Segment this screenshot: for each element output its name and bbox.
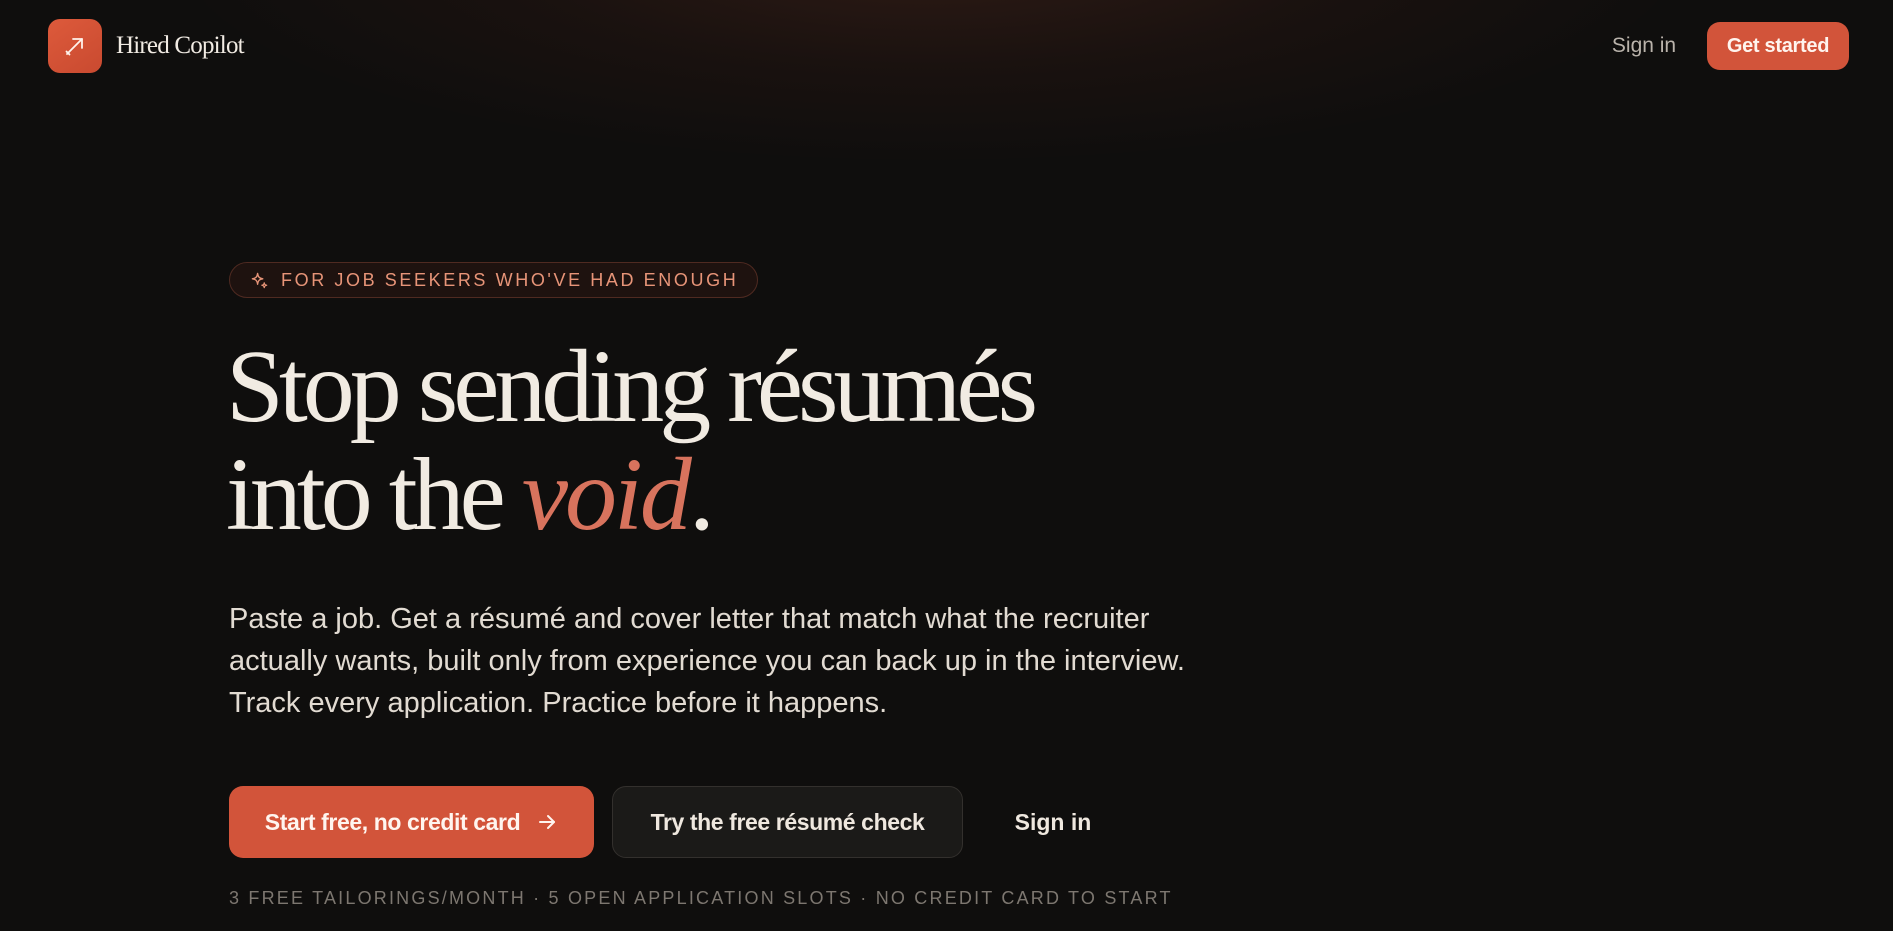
headline-line-2: into the void.	[226, 441, 1033, 549]
plan-footnote: 3 FREE TAILORINGS/MONTH · 5 OPEN APPLICA…	[229, 888, 1173, 908]
headline-period: .	[688, 437, 715, 552]
get-started-button[interactable]: Get started	[1707, 22, 1849, 70]
free-resume-check-button[interactable]: Try the free résumé check	[612, 786, 963, 858]
brand-name[interactable]: Hired Copilot	[116, 29, 245, 63]
headline-accent-word: void	[521, 437, 692, 552]
headline-line-1: Stop sending résumés	[226, 329, 1038, 444]
arrow-up-right-icon	[65, 38, 83, 56]
hero-description: Paste a job. Get a résumé and cover lett…	[229, 603, 1185, 719]
eyebrow-text: FOR JOB SEEKERS WHO'VE HAD ENOUGH	[281, 269, 739, 290]
logo[interactable]	[48, 19, 102, 73]
arrow-right-icon	[539, 815, 556, 829]
hero-sign-in-link[interactable]: Sign in	[995, 786, 1111, 858]
sparkle-icon	[251, 272, 268, 288]
start-free-button[interactable]: Start free, no credit card	[229, 786, 594, 858]
hero-headline: Stop sending résumés into the void.	[226, 329, 1038, 549]
eyebrow-badge: FOR JOB SEEKERS WHO'VE HAD ENOUGH	[229, 262, 759, 298]
headline-line-2-prefix: into the	[226, 437, 522, 552]
site-header: Hired Copilot Sign in Get started	[0, 0, 1893, 92]
nav-sign-in-link[interactable]: Sign in	[1600, 28, 1688, 64]
start-free-label: Start free, no credit card	[264, 808, 521, 835]
